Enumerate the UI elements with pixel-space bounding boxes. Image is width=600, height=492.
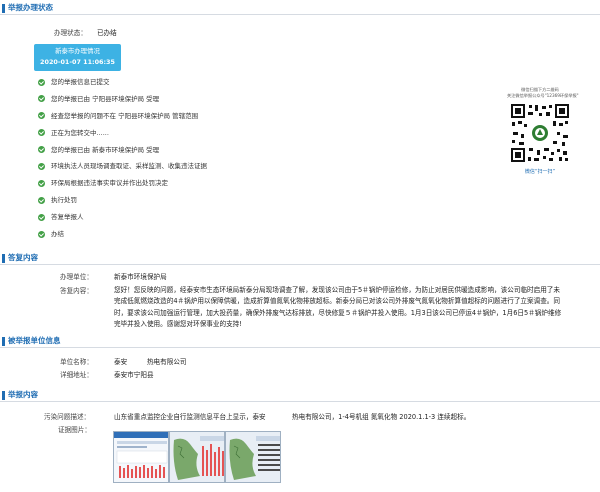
evidence-image-3 bbox=[226, 432, 280, 482]
status-value: 已办结 bbox=[96, 29, 117, 37]
status-box-title: 新泰市办理情况 bbox=[55, 47, 100, 55]
check-icon bbox=[38, 129, 45, 137]
qr-panel: 微信扫描下方二维码 关注微信举报公众号"12369环保举报" 微信“扫一扫” bbox=[507, 87, 579, 175]
section-title-text: 举报办理状态 bbox=[8, 3, 53, 12]
report-desc-value: 山东省重点监控企业自行监测信息平台上显示，泰安 热电有限公司，1-4号机组 氮氧… bbox=[114, 413, 471, 421]
divider bbox=[0, 14, 600, 15]
reply-content-label-row: 答复内容： bbox=[60, 285, 93, 295]
section-bar bbox=[2, 336, 5, 346]
qr-caption-2: 关注微信举报公众号"12369环保举报" bbox=[507, 93, 579, 98]
step-item: 环境执法人员现场调查取证、采样监测、收集违法证据 bbox=[38, 162, 207, 179]
step-label: 经查您举报的问题不在 宁阳县环境保护局 管辖范围 bbox=[51, 111, 199, 120]
divider bbox=[0, 401, 600, 402]
step-label: 您的举报信息已提交 bbox=[51, 78, 110, 86]
reply-unit-row: 办理单位： 新泰市环境保护局 bbox=[60, 271, 167, 281]
progress-steps: 您的举报信息已提交 您的举报已由 宁阳县环境保护局 受理 经查您举报的问题不在 … bbox=[38, 78, 207, 247]
evidence-image[interactable] bbox=[169, 431, 225, 483]
evidence-image[interactable] bbox=[225, 431, 281, 483]
section-title-text: 被举报单位信息 bbox=[8, 336, 61, 345]
step-item: 经查您举报的问题不在 宁阳县环境保护局 管辖范围 bbox=[38, 112, 207, 129]
check-icon bbox=[38, 78, 45, 86]
step-label: 环境执法人员现场调查取证、采样监测、收集违法证据 bbox=[51, 162, 207, 171]
check-icon bbox=[38, 112, 45, 120]
section-title-text: 举报内容 bbox=[8, 390, 38, 399]
step-label: 您的举报已由 宁阳县环境保护局 受理 bbox=[51, 94, 160, 103]
status-row: 办理状态： 已办结 bbox=[54, 27, 117, 37]
step-item: 您的举报信息已提交 bbox=[38, 78, 207, 95]
step-label: 您的举报已由 新泰市环境保护局 受理 bbox=[51, 145, 160, 154]
status-box[interactable]: 新泰市办理情况 2020-01-07 11:06:35 bbox=[34, 44, 121, 71]
reply-content-label: 答复内容： bbox=[60, 287, 93, 295]
unit-name-value: 泰安 热电有限公司 bbox=[114, 358, 187, 366]
reply-content-text: 您好！您反映的问题，经泰安市生态环境局新泰分局现场调查了解，发现该公司由于5＃锅… bbox=[114, 286, 562, 329]
step-label: 办结 bbox=[51, 230, 64, 239]
section-title-unit: 被举报单位信息 bbox=[0, 335, 61, 347]
evidence-image-1 bbox=[114, 432, 168, 482]
check-icon bbox=[38, 213, 45, 221]
status-box-time: 2020-01-07 11:06:35 bbox=[40, 58, 115, 66]
step-item: 答复举报人 bbox=[38, 213, 207, 230]
unit-name-label: 单位名称： bbox=[60, 358, 93, 366]
report-desc-row: 污染问题描述： 山东省重点监控企业自行监测信息平台上显示，泰安 热电有限公司，1-… bbox=[44, 411, 470, 421]
section-title-text: 答复内容 bbox=[8, 253, 38, 262]
step-item: 环保局根据违法事实审议并作出处罚决定 bbox=[38, 179, 207, 196]
section-bar bbox=[2, 253, 5, 263]
unit-address-row: 详细地址： 泰安市宁阳县 bbox=[60, 369, 154, 379]
qr-footer: 微信“扫一扫” bbox=[524, 169, 556, 175]
step-label: 执行处罚 bbox=[51, 196, 77, 205]
section-bar bbox=[2, 3, 5, 13]
report-photo-row: 证据图片： bbox=[58, 424, 91, 434]
evidence-image[interactable] bbox=[113, 431, 169, 483]
report-photo-label: 证据图片： bbox=[58, 426, 91, 434]
report-desc-label: 污染问题描述： bbox=[44, 413, 91, 421]
divider bbox=[0, 264, 600, 265]
step-label: 正在为您转交中...... bbox=[51, 128, 109, 137]
section-title-report: 举报内容 bbox=[0, 389, 38, 401]
section-title-status: 举报办理状态 bbox=[0, 2, 53, 14]
step-item: 您的举报已由 新泰市环境保护局 受理 bbox=[38, 146, 207, 163]
section-title-reply: 答复内容 bbox=[0, 252, 38, 264]
qr-code-icon[interactable] bbox=[509, 102, 571, 164]
status-label: 办理状态： bbox=[54, 29, 87, 37]
divider bbox=[0, 347, 600, 348]
evidence-image-2 bbox=[170, 432, 224, 482]
step-label: 环保局根据违法事实审议并作出处罚决定 bbox=[51, 179, 168, 188]
unit-address-label: 详细地址： bbox=[60, 371, 93, 379]
check-icon bbox=[38, 146, 45, 154]
reply-unit-label: 办理单位： bbox=[60, 273, 93, 281]
section-bar bbox=[2, 390, 5, 400]
check-icon bbox=[38, 196, 45, 204]
step-item: 您的举报已由 宁阳县环境保护局 受理 bbox=[38, 95, 207, 112]
unit-address-value: 泰安市宁阳县 bbox=[114, 371, 154, 379]
reply-unit-value: 新泰市环境保护局 bbox=[114, 273, 167, 281]
unit-name-row: 单位名称： 泰安 热电有限公司 bbox=[60, 356, 187, 366]
check-icon bbox=[38, 95, 45, 103]
step-item: 执行处罚 bbox=[38, 196, 207, 213]
check-icon bbox=[38, 179, 45, 187]
check-icon bbox=[38, 162, 45, 170]
step-item: 正在为您转交中...... bbox=[38, 129, 207, 146]
check-icon bbox=[38, 230, 45, 238]
step-label: 答复举报人 bbox=[51, 213, 84, 222]
step-item: 办结 bbox=[38, 230, 207, 247]
